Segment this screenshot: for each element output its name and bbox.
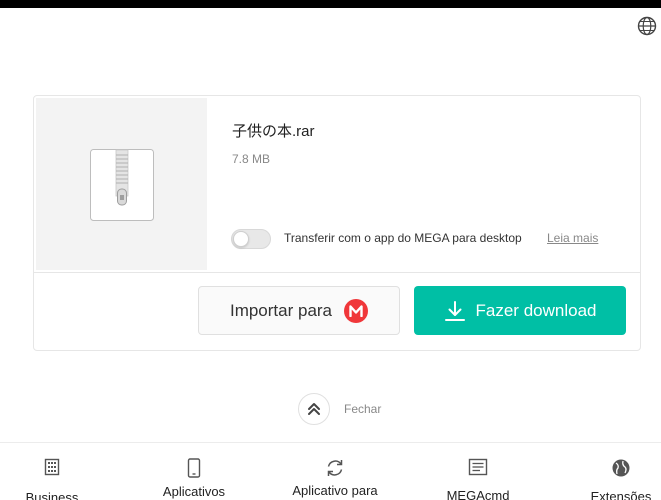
footer-item-extensions[interactable]: Extensões xyxy=(561,458,661,500)
toggle-knob xyxy=(233,231,249,247)
import-to-label: Importar para xyxy=(229,300,333,320)
file-size: 7.8 MB xyxy=(232,152,271,166)
footer-separator xyxy=(0,442,661,443)
archive-file-icon xyxy=(90,149,154,221)
mobile-phone-icon xyxy=(187,458,201,478)
sync-icon xyxy=(327,460,343,476)
language-globe-icon[interactable] xyxy=(637,16,657,36)
close-label[interactable]: Fechar xyxy=(344,402,381,416)
desktop-transfer-toggle[interactable] xyxy=(231,229,271,249)
footer-label-apps: Aplicativos xyxy=(162,484,226,499)
footer-item-business[interactable]: Business xyxy=(0,458,112,500)
double-chevron-up-icon xyxy=(308,403,320,415)
footer-item-desktop-app[interactable]: Aplicativo para xyxy=(275,458,395,498)
card-divider xyxy=(34,272,640,273)
download-icon xyxy=(444,300,465,321)
desktop-transfer-label: Transferir com o app do MEGA para deskto… xyxy=(284,231,522,245)
file-name: 子供の本.rar xyxy=(232,123,315,140)
download-label: Fazer download xyxy=(475,300,597,320)
footer-label-extensions: Extensões xyxy=(590,489,652,500)
footer-label-business: Business xyxy=(25,490,79,500)
terminal-icon xyxy=(468,458,488,476)
learn-more-link[interactable]: Leia mais xyxy=(547,231,598,245)
download-button[interactable]: Fazer download xyxy=(414,286,626,335)
collapse-button[interactable] xyxy=(298,393,330,425)
file-thumbnail xyxy=(36,98,207,270)
import-to-button[interactable]: Importar para xyxy=(198,286,400,335)
file-card: 子供の本.rar 7.8 MB Transferir com o app do … xyxy=(33,95,641,351)
footer-item-megacmd[interactable]: MEGAcmd xyxy=(418,458,538,500)
building-icon xyxy=(44,458,60,476)
footer-item-apps[interactable]: Aplicativos xyxy=(134,458,254,499)
globe-icon xyxy=(612,459,630,477)
footer-label-desktop-app: Aplicativo para xyxy=(292,483,378,498)
mega-logo-icon xyxy=(344,298,369,323)
top-bar xyxy=(0,0,661,8)
footer-label-megacmd: MEGAcmd xyxy=(446,488,510,500)
